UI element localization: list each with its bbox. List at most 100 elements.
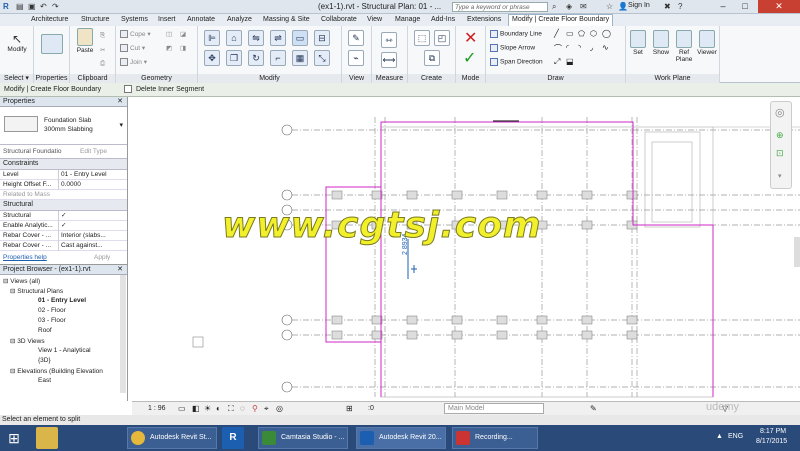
reveal-hidden-icon[interactable]: ⚲ (252, 404, 258, 413)
tab-add-ins[interactable]: Add-Ins (428, 15, 458, 24)
scale-tool-icon[interactable]: ⤡ (314, 50, 330, 66)
arc-center-icon[interactable]: ◜ (566, 43, 569, 52)
array-tool-icon[interactable]: ▦ (292, 50, 308, 66)
inscribed-polygon-icon[interactable]: ⬡ (590, 29, 597, 38)
tree-item-entry-level[interactable]: 01 - Entry Level (38, 297, 86, 304)
create-group-icon[interactable]: ⧉ (424, 50, 440, 66)
minimize-button[interactable]: – (712, 0, 734, 13)
language-indicator[interactable]: ENG (728, 433, 743, 440)
copy-icon[interactable]: ⎘ (100, 32, 105, 40)
quick-access-undo-icon[interactable]: ↶ (40, 2, 47, 11)
apply-button[interactable]: Apply (94, 254, 110, 261)
close-icon[interactable]: ✕ (117, 97, 123, 105)
revit-logo-icon[interactable]: R (3, 2, 9, 11)
edit-type-button[interactable]: Edit Type (80, 148, 107, 155)
trim-tool-icon[interactable]: ⌐ (270, 50, 286, 66)
tree-item-east[interactable]: East (38, 377, 51, 384)
tab-architecture[interactable]: Architecture (28, 15, 71, 24)
help-icon[interactable]: ? (678, 2, 682, 11)
properties-button[interactable] (40, 34, 64, 55)
rebar-cover-top-value[interactable]: Interior (slabs... (58, 231, 122, 241)
taskbar-recording[interactable]: Recording... (452, 427, 538, 449)
circle-draw-icon[interactable]: ◯ (602, 29, 611, 38)
cut-icon[interactable]: ✂ (100, 46, 105, 54)
tab-systems[interactable]: Systems (118, 15, 151, 24)
create-assembly-icon[interactable]: ⬚ (414, 30, 430, 46)
structural-section[interactable]: Structural (0, 200, 127, 211)
sun-path-icon[interactable]: ☀ (204, 404, 211, 413)
rebar-cover-bottom-value[interactable]: Cast against... (58, 241, 122, 251)
level-value[interactable]: 01 - Entry Level (58, 170, 122, 180)
browser-scrollbar[interactable] (120, 275, 126, 393)
favorites-icon[interactable]: ☆ (606, 2, 613, 11)
tree-item-02-floor[interactable]: 02 - Floor (38, 307, 66, 314)
tangent-arc-icon[interactable]: ◝ (578, 43, 581, 52)
drawing-canvas[interactable]: 2 8934 ◎ ⊕ ⊡ ▾ www.cgtsj.com (132, 97, 800, 401)
delete-inner-checkbox[interactable] (124, 85, 132, 93)
cope-button[interactable]: Cope ▾ (120, 30, 151, 39)
tab-structure[interactable]: Structure (78, 15, 112, 24)
tab-collaborate[interactable]: Collaborate (318, 15, 360, 24)
visual-style-icon[interactable]: ◧ (192, 404, 200, 413)
cancel-edit-icon[interactable]: ✕ (464, 28, 477, 48)
crop-view-icon[interactable]: ⛶ (228, 404, 234, 414)
vertical-scrollbar[interactable] (794, 237, 800, 267)
copy-tool-icon[interactable]: ❐ (226, 50, 242, 66)
tab-insert[interactable]: Insert (155, 15, 179, 24)
plan-drawing[interactable] (132, 97, 800, 401)
revit-taskbar-icon[interactable]: R (222, 427, 244, 449)
finish-edit-icon[interactable]: ✓ (463, 48, 476, 68)
paste-button[interactable]: Paste (74, 28, 96, 54)
detail-level-icon[interactable]: ▭ (178, 404, 186, 413)
editable-only-icon[interactable]: ✎ (590, 404, 597, 413)
create-parts-icon[interactable]: ◰ (434, 30, 450, 46)
pick-lines-icon[interactable]: ⤢ (554, 57, 560, 67)
split-gap-tool-icon[interactable]: ⊟ (314, 30, 330, 46)
search-input[interactable]: Type a keyword or phrase (452, 2, 548, 12)
select-panel-label[interactable]: Select ▾ (0, 74, 33, 83)
structural-checkbox[interactable]: ✓ (58, 211, 122, 221)
tab-modify-create-floor-boundary[interactable]: Modify | Create Floor Boundary (508, 14, 614, 26)
viewer-button[interactable]: Viewer (696, 30, 718, 56)
set-workplane-button[interactable]: Set (628, 30, 648, 56)
floor-boundary-sketch[interactable] (325, 121, 714, 397)
windows-start-icon[interactable]: ⊞ (4, 429, 24, 447)
taskbar-chrome[interactable]: Autodesk Revit St... (127, 427, 217, 449)
scale-selector[interactable]: 1 : 96 (148, 405, 166, 412)
tree-node-elevations[interactable]: ⊟ Elevations (Building Elevation (10, 367, 103, 375)
mirror-draw-tool-icon[interactable]: ⇌ (270, 30, 286, 46)
close-icon[interactable]: ✕ (117, 265, 123, 273)
arc-start-end-icon[interactable]: ⌒ (554, 43, 562, 54)
clock-date[interactable]: 8/17/2015 (756, 438, 787, 445)
tab-analyze[interactable]: Analyze (224, 15, 255, 24)
search-icon[interactable]: ⌕ (552, 2, 556, 12)
maximize-button[interactable]: □ (734, 0, 756, 13)
tab-manage[interactable]: Manage (392, 15, 423, 24)
measure-icon[interactable]: ⇿ (381, 32, 397, 48)
polygon-draw-icon[interactable]: ⬠ (578, 29, 585, 38)
tray-arrow-icon[interactable]: ▲ (716, 433, 723, 440)
rotate-tool-icon[interactable]: ↻ (248, 50, 264, 66)
line-draw-icon[interactable]: ╱ (554, 29, 559, 38)
analytical-checkbox[interactable]: ✓ (58, 221, 122, 231)
shadows-icon[interactable]: ◐ (216, 404, 221, 413)
split-face-icon[interactable]: ◪ (180, 30, 186, 38)
highlight-displacement-icon[interactable]: ◎ (276, 404, 283, 413)
analytical-model-icon[interactable]: ⌖ (264, 404, 269, 414)
quick-access-open-icon[interactable]: ▤ (16, 2, 24, 11)
override-graphics-icon[interactable]: ⌁ (348, 50, 364, 66)
tree-item-3d[interactable]: {3D} (38, 357, 51, 364)
align-tool-icon[interactable]: ⊫ (204, 30, 220, 46)
show-workplane-button[interactable]: Show (650, 30, 672, 56)
paint-icon[interactable]: ◩ (166, 44, 172, 52)
file-explorer-icon[interactable] (36, 427, 58, 449)
design-option-dropdown[interactable]: Main Model (444, 403, 544, 414)
temporary-hide-icon[interactable]: ◌ (240, 404, 245, 413)
zoom-region-icon[interactable]: ⊡ (776, 148, 784, 159)
hide-element-icon[interactable]: ✎ (348, 30, 364, 46)
demolish-icon[interactable]: ◨ (180, 44, 186, 52)
worksets-icon[interactable]: ⊞ (346, 404, 353, 413)
pick-walls-icon[interactable]: ⬓ (566, 57, 574, 66)
nav-bar-menu-icon[interactable]: ▾ (778, 172, 782, 180)
steering-wheel-icon[interactable]: ◎ (775, 106, 785, 119)
